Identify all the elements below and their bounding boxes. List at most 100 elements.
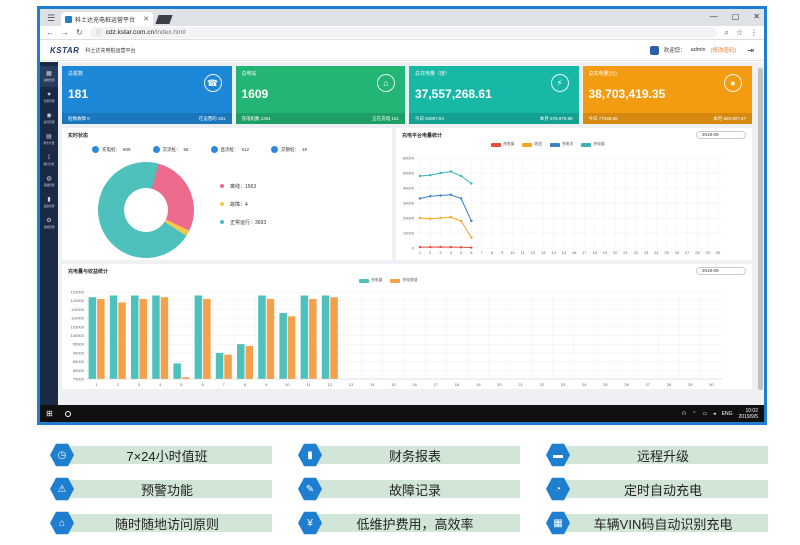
line-point[interactable] — [418, 197, 422, 200]
zoom-icon[interactable]: ⌕ — [724, 28, 728, 38]
kpi-title: 总桩数 — [68, 71, 84, 77]
line-point[interactable] — [429, 217, 432, 220]
bar-1-5[interactable] — [173, 363, 181, 379]
feature-label: 财务报表 — [310, 446, 520, 464]
bar-2-10[interactable] — [287, 316, 296, 379]
close-window-icon[interactable]: ✕ — [753, 12, 760, 21]
minimize-icon[interactable]: — — [710, 12, 718, 21]
line-point[interactable] — [470, 182, 473, 185]
volume-icon[interactable]: ◂ — [713, 411, 716, 417]
windows-start-icon[interactable]: ⊞ — [46, 409, 53, 418]
sidebar-item-7[interactable]: ▮ 设备管理 — [40, 192, 58, 213]
line-point[interactable] — [459, 174, 463, 178]
change-password-link[interactable]: (修改密码) — [711, 46, 737, 54]
bar-1-2[interactable] — [109, 295, 118, 379]
line-point[interactable] — [449, 193, 453, 196]
line-series-3[interactable] — [419, 216, 472, 238]
bar-1-7[interactable] — [215, 352, 224, 379]
line-series-1[interactable] — [419, 170, 472, 184]
kpi-card-3[interactable]: 总充电量（度） 37,557,268.61 ⚡ 今日 84907.84 本月 578,9… — [409, 66, 579, 124]
line-point[interactable] — [449, 245, 453, 249]
bar-2-12[interactable] — [330, 297, 338, 379]
line-point[interactable] — [418, 216, 422, 220]
people-icon[interactable]: ⚇ — [682, 411, 686, 417]
bar-1-9[interactable] — [258, 295, 266, 379]
sidebar-item-1[interactable]: ▦ 系统监测 — [40, 66, 58, 87]
bar-1-10[interactable] — [279, 312, 287, 379]
sidebar-item-2[interactable]: ♥ 告警管理 — [40, 87, 58, 108]
scrollbar-thumb[interactable] — [758, 68, 763, 390]
line-series-4[interactable] — [420, 246, 472, 249]
browser-tab[interactable]: 科士达充电桩运营平台 ✕ — [61, 12, 153, 26]
logout-icon[interactable]: ⇥ — [747, 46, 754, 55]
kpi-card-4[interactable]: 总充电量(元) 38,703,419.35 ● 今日 77048.65 本月 550,9… — [582, 66, 752, 124]
bar-1-12[interactable] — [321, 295, 330, 379]
line-series-2[interactable] — [419, 194, 472, 222]
line-point[interactable] — [439, 245, 442, 249]
network-icon[interactable]: ▭ — [702, 411, 707, 417]
line-point[interactable] — [470, 246, 473, 249]
bar-2-4[interactable] — [160, 297, 169, 379]
sidebar-item-3[interactable]: ◉ 运营管理 — [40, 108, 58, 129]
line-point[interactable] — [429, 195, 432, 198]
logo: KSTAR — [50, 45, 80, 55]
bar-1-1[interactable] — [88, 297, 97, 379]
bar-1-3[interactable] — [131, 295, 139, 379]
line-point[interactable] — [418, 245, 422, 249]
tray-chevron-icon[interactable]: ⌃ — [692, 411, 696, 417]
search-icon[interactable] — [64, 410, 71, 417]
status-pie-chart: 离线：1563 故障：4 正常运行：3693 — [98, 162, 266, 258]
reload-icon[interactable]: ↻ — [76, 28, 83, 37]
more-menu-icon[interactable]: ⋮ — [750, 28, 758, 38]
bar-1-4[interactable] — [152, 295, 160, 379]
kpi-cards: 总桩数 181 ☎ 桩数故障 0 在运营的 181 总电站 1609 ⌂ 充电机数 1361 正在… — [62, 66, 752, 124]
bar-2-7[interactable] — [224, 354, 232, 379]
url-input[interactable]: ⓘ cdz.kstar.com.cn/index.html — [89, 27, 718, 38]
line-x-tick: 19 — [603, 250, 608, 255]
bar-x-tick: 1 — [95, 382, 98, 387]
language-indicator[interactable]: ENG — [722, 411, 733, 417]
bar-2-11[interactable] — [309, 298, 317, 379]
forward-icon[interactable]: → — [61, 28, 69, 37]
bar-1-11[interactable] — [300, 295, 309, 379]
bar-2-8[interactable] — [245, 345, 254, 379]
sidebar-item-5[interactable]: ⟟ 统计分析 — [40, 150, 58, 171]
new-tab-button[interactable] — [155, 15, 173, 24]
back-icon[interactable]: ← — [46, 28, 54, 37]
line-point[interactable] — [439, 194, 442, 197]
close-tab-icon[interactable]: ✕ — [143, 15, 149, 23]
line-point[interactable] — [439, 216, 442, 220]
kpi-card-1[interactable]: 总桩数 181 ☎ 桩数故障 0 在运营的 181 — [62, 66, 232, 124]
scrollbar[interactable] — [757, 62, 764, 405]
line-point[interactable] — [459, 197, 463, 200]
line-point[interactable] — [470, 219, 473, 223]
line-point[interactable] — [459, 246, 463, 249]
sidebar-item-4[interactable]: ▤ 财务计费 — [40, 129, 58, 150]
kpi-card-2[interactable]: 总电站 1609 ⌂ 充电机数 1361 正在充电 161 — [235, 66, 405, 124]
line-x-tick: 17 — [582, 250, 587, 255]
maximize-icon[interactable]: ▢ — [732, 12, 740, 21]
pie-legend-label: 故障：4 — [230, 201, 248, 208]
line-point[interactable] — [418, 174, 422, 178]
bar-2-2[interactable] — [118, 302, 126, 379]
feature-item: 财务报表 ▮ — [298, 443, 520, 467]
line-point[interactable] — [449, 170, 453, 173]
kpi-footer: 今日 77048.65 本月 550,907.67 — [582, 113, 752, 124]
line-point[interactable] — [449, 216, 453, 219]
bar-2-6[interactable] — [203, 298, 211, 379]
line-point[interactable] — [429, 245, 432, 249]
bar-2-1[interactable] — [97, 298, 105, 379]
line-point[interactable] — [439, 171, 442, 175]
bar-2-9[interactable] — [266, 298, 275, 379]
sidebar-item-6[interactable]: ◍ 基础管理 — [40, 171, 58, 192]
line-point[interactable] — [429, 174, 432, 177]
clock[interactable]: 10:02 2019/9/5 — [739, 408, 758, 420]
line-point[interactable] — [459, 219, 463, 223]
sidebar-item-8[interactable]: ⚙ 系统管理 — [40, 213, 58, 234]
line-point[interactable] — [470, 236, 473, 239]
bookmark-star-icon[interactable]: ☆ — [736, 28, 743, 38]
bar-1-6[interactable] — [194, 295, 203, 379]
bar-1-8[interactable] — [237, 344, 245, 379]
bar-2-3[interactable] — [139, 298, 148, 379]
tab-menu-icon[interactable]: ☰ — [44, 11, 58, 25]
